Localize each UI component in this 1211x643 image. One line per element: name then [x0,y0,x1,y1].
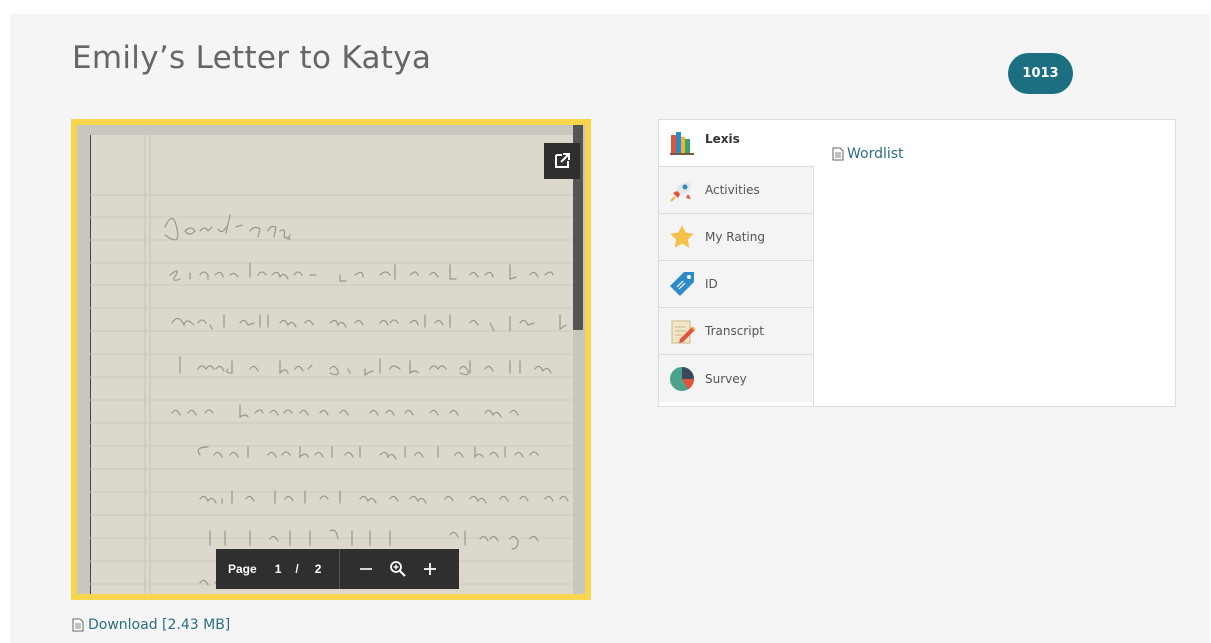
page-toolbar: Page 1 / 2 [216,549,459,589]
plus-icon[interactable] [420,559,440,579]
total-pages: 2 [314,562,322,576]
tab-list: Lexis Activities My Rating ID Transcript… [659,120,814,406]
count-badge: 1013 [1008,53,1073,94]
current-page-number[interactable]: 1 [275,562,282,576]
download-link[interactable]: Download [2.43 MB] [72,617,230,633]
document-icon [832,147,844,161]
tab-transcript[interactable]: Transcript [659,308,813,355]
page-separator: / [295,562,299,576]
tab-lexis[interactable]: Lexis [659,120,814,167]
document-viewer: Page 1 / 2 [71,119,591,600]
rocket-icon [667,175,697,205]
viewer-canvas: Page 1 / 2 [77,125,585,594]
document-icon [72,618,84,632]
pencil-note-icon [667,316,697,346]
minus-icon[interactable] [356,559,376,579]
page-label: Page [228,562,257,576]
wordlist-label: Wordlist [847,146,904,162]
magnifier-icon[interactable] [388,559,408,579]
tab-my-rating[interactable]: My Rating [659,214,813,261]
download-label: Download [2.43 MB] [88,617,231,633]
tag-icon [667,269,697,299]
tab-survey[interactable]: Survey [659,355,813,402]
toolbar-divider [339,549,341,589]
page-title: Emily’s Letter to Katya [72,40,432,76]
resource-tabs: Lexis Activities My Rating ID Transcript… [658,119,1176,407]
tab-activities[interactable]: Activities [659,167,813,214]
wordlist-link[interactable]: Wordlist [832,146,904,162]
letter-scan-image [90,135,583,594]
star-icon [667,222,697,252]
tab-id[interactable]: ID [659,261,813,308]
pie-chart-icon [667,364,697,394]
external-link-icon[interactable] [544,143,580,179]
books-icon [667,128,697,158]
